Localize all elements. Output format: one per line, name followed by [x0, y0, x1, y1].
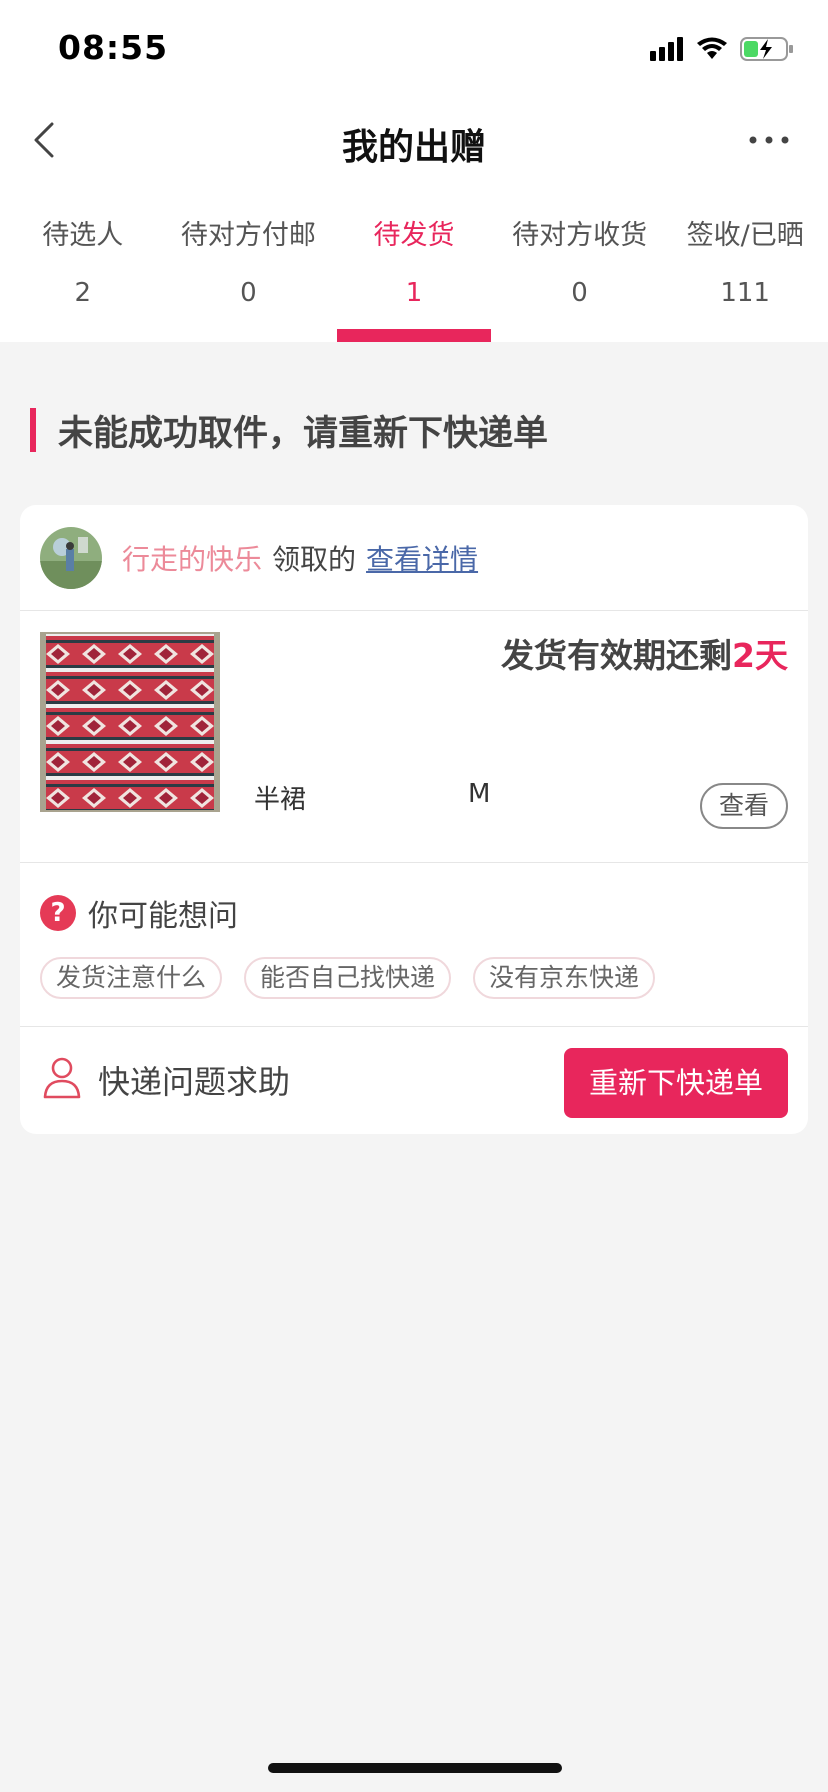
- faq-section: ? 你可能想问 发货注意什么 能否自己找快递 没有京东快递: [20, 863, 808, 1027]
- status-time: 08:55: [58, 28, 169, 67]
- tab-label: 签收/已晒: [686, 220, 804, 251]
- item-size: M: [468, 779, 491, 809]
- tab-pending-select[interactable]: 待选人 2: [0, 216, 166, 342]
- faq-title: 你可能想问: [88, 899, 238, 934]
- ship-deadline: 发货有效期还剩2天: [501, 629, 788, 677]
- tab-count: 111: [720, 278, 770, 308]
- tab-count: 0: [240, 278, 257, 308]
- question-circle-icon: ?: [40, 895, 76, 931]
- gift-card: 行走的快乐 领取的 查看详情 发货有效期还剩2天 半裙 M 查看 ? 你可能想问…: [20, 505, 808, 1134]
- status-bar: 08:55: [0, 0, 828, 100]
- wifi-icon: [697, 37, 727, 59]
- notice-accent-bar: [30, 408, 36, 452]
- tab-count: 0: [571, 278, 588, 308]
- view-details-link[interactable]: 查看详情: [366, 538, 478, 578]
- nav-bar: 我的出赠: [0, 100, 828, 180]
- item-category: 半裙: [254, 785, 307, 815]
- person-icon: [43, 1057, 81, 1099]
- help-row: 快递问题求助 重新下快递单: [20, 1027, 808, 1134]
- faq-chip[interactable]: 没有京东快递: [473, 957, 656, 999]
- faq-chip[interactable]: 发货注意什么: [40, 957, 223, 999]
- tab-signed[interactable]: 签收/已晒 111: [662, 216, 828, 342]
- battery-icon: [740, 37, 793, 61]
- tab-label: 待发货: [373, 220, 455, 251]
- notice-header: 未能成功取件，请重新下快递单: [30, 406, 548, 454]
- deadline-prefix: 发货有效期还剩: [501, 636, 733, 675]
- faq-chip[interactable]: 能否自己找快递: [244, 957, 452, 999]
- signal-icon: [650, 37, 683, 61]
- courier-help-link[interactable]: 快递问题求助: [98, 1057, 290, 1103]
- more-dots-icon[interactable]: [746, 126, 792, 154]
- page-title: 我的出赠: [341, 127, 486, 168]
- faq-chips: 发货注意什么 能否自己找快递 没有京东快递: [40, 957, 656, 999]
- deadline-days: 2天: [732, 636, 788, 675]
- receiver-row: 行走的快乐 领取的 查看详情: [20, 505, 808, 611]
- tab-count: 2: [74, 278, 92, 308]
- tab-pending-receive[interactable]: 待对方收货 0: [497, 216, 663, 342]
- view-button[interactable]: 查看: [700, 783, 788, 829]
- home-indicator[interactable]: [268, 1763, 562, 1773]
- receiver-name[interactable]: 行走的快乐: [122, 538, 262, 578]
- tab-count: 1: [405, 278, 423, 308]
- tab-pending-postage[interactable]: 待对方付邮 0: [166, 216, 332, 342]
- notice-title: 未能成功取件，请重新下快递单: [58, 413, 549, 454]
- active-tab-indicator: [337, 329, 491, 342]
- tab-label: 待对方收货: [512, 220, 648, 251]
- tab-pending-ship[interactable]: 待发货 1: [331, 216, 497, 342]
- status-tabs: 待选人 2 待对方付邮 0 待发货 1 待对方收货 0 签收/已晒 111: [0, 216, 828, 342]
- header-area: 08:55 我的出赠 待选人 2 待对方付邮 0 待发货 1 待对方收货 0 签…: [0, 0, 828, 342]
- tab-label: 待选人: [42, 220, 124, 251]
- avatar[interactable]: [40, 526, 102, 589]
- status-icons: [650, 34, 794, 64]
- received-label: 领取的: [272, 542, 357, 576]
- item-image[interactable]: [40, 632, 220, 812]
- reorder-courier-button[interactable]: 重新下快递单: [564, 1048, 788, 1118]
- tab-label: 待对方付邮: [180, 220, 316, 251]
- item-row: 发货有效期还剩2天 半裙 M 查看: [20, 611, 808, 863]
- faq-header: ? 你可能想问: [40, 891, 238, 935]
